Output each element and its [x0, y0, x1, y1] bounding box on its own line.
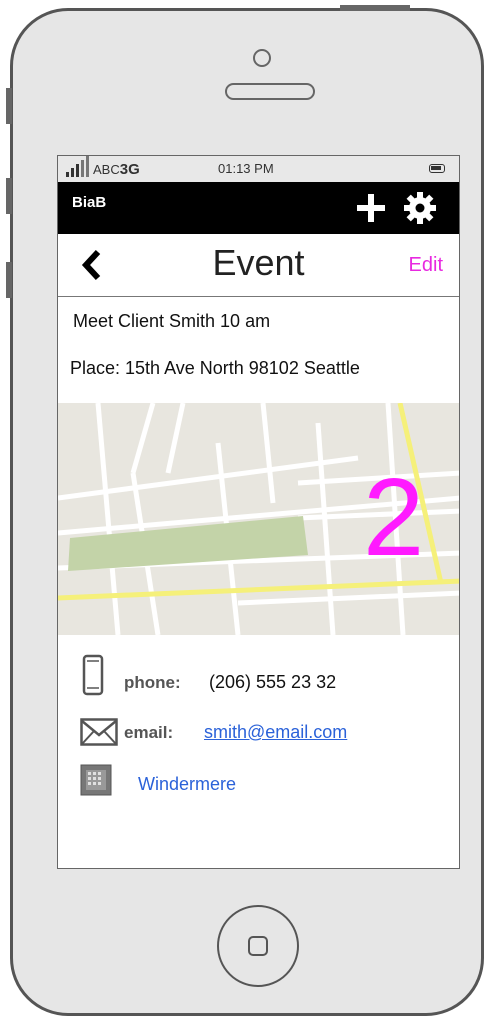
nav-bar: Event Edit	[58, 234, 459, 297]
home-button[interactable]	[217, 905, 299, 987]
gear-icon[interactable]	[403, 191, 437, 225]
plus-icon[interactable]	[355, 192, 387, 224]
mute-switch	[6, 88, 12, 124]
event-place: Place: 15th Ave North 98102 Seattle	[70, 358, 360, 378]
camera-icon	[253, 49, 271, 67]
app-screen: ABC3G 01:13 PM BiaB Event Edit Meet Clie…	[57, 155, 460, 869]
page-title: Event	[212, 242, 305, 283]
home-square-icon	[248, 936, 268, 956]
power-button	[340, 5, 410, 11]
volume-up-button	[6, 178, 12, 214]
carrier-label: ABC3G	[93, 161, 140, 178]
status-bar: ABC3G 01:13 PM	[58, 156, 459, 182]
phone-icon	[82, 654, 104, 696]
app-bar: BiaB	[58, 182, 459, 234]
mail-icon	[80, 718, 118, 746]
event-title: Meet Client Smith 10 am	[73, 311, 271, 331]
volume-down-button	[6, 262, 12, 298]
speaker-grille	[225, 83, 315, 100]
email-link[interactable]: smith@email.com	[204, 722, 347, 743]
email-label: email:	[124, 723, 174, 742]
app-title: BiaB	[72, 194, 107, 211]
company-link[interactable]: Windermere	[138, 774, 236, 795]
calendar-icon	[80, 764, 112, 796]
phone-value[interactable]: (206) 555 23 32	[209, 672, 336, 693]
status-time: 01:13 PM	[218, 161, 274, 176]
map-marker-number: 2	[363, 456, 425, 579]
edit-button[interactable]: Edit	[409, 254, 443, 277]
phone-label: phone:	[124, 673, 181, 692]
map-view[interactable]: 2	[58, 403, 459, 635]
battery-icon	[429, 164, 445, 173]
